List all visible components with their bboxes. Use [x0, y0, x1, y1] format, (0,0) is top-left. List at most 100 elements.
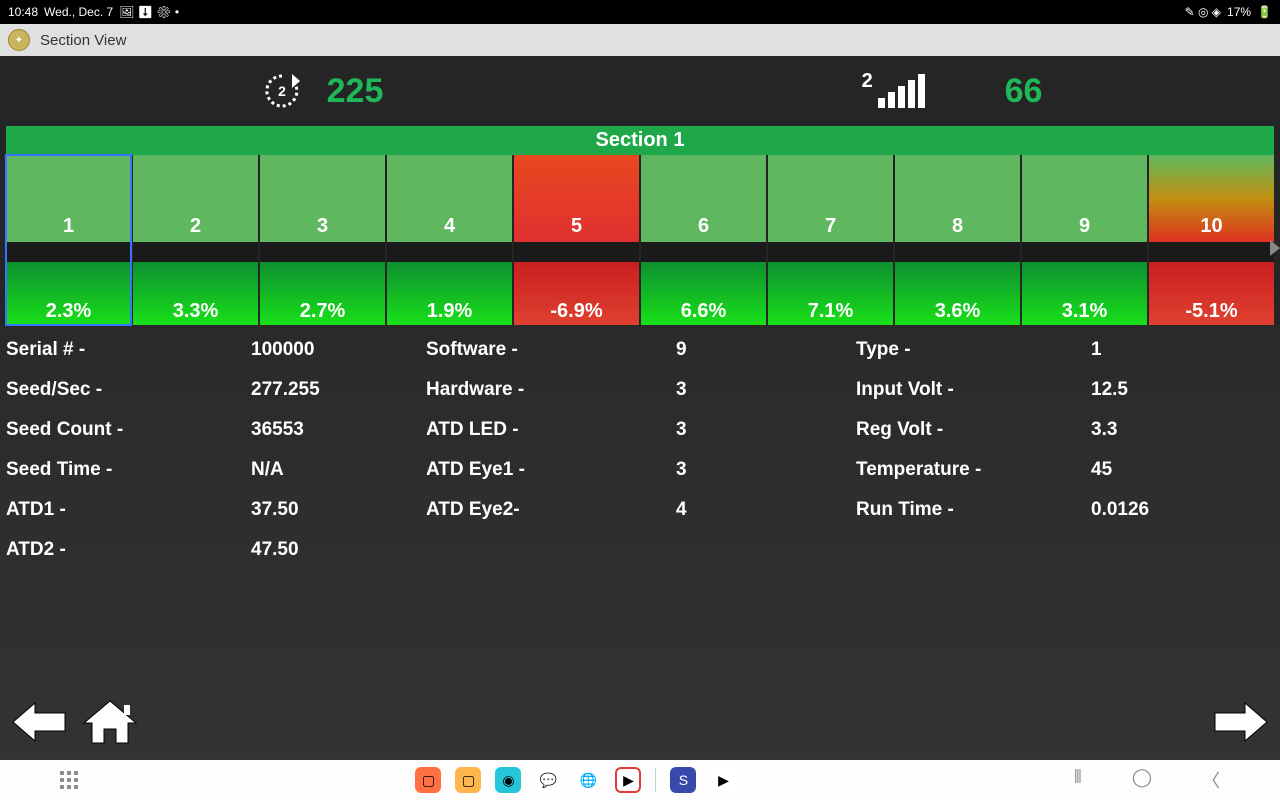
detail-label: Type -	[856, 339, 1091, 361]
dock-app-4[interactable]: 💬	[535, 767, 561, 793]
status-time: 10:48	[8, 5, 38, 19]
section-cell-percent: 3.3%	[133, 262, 258, 325]
detail-value: 0.0126	[1091, 499, 1221, 521]
refresh-icon[interactable]: 2	[257, 71, 307, 111]
detail-value: 100000	[251, 339, 426, 361]
section-cell-number: 5	[514, 155, 639, 242]
android-back-icon[interactable]: 〈	[1202, 767, 1220, 793]
detail-label	[856, 539, 1091, 561]
section-cell-2[interactable]: 2 3.3%	[133, 155, 258, 325]
section-cell-percent: 2.3%	[6, 262, 131, 325]
section-cell-7[interactable]: 7 7.1%	[768, 155, 893, 325]
status-notif-icons: 🖼 ⬇ ⚙ •	[119, 5, 179, 19]
android-recents-icon[interactable]: ⦀	[1074, 767, 1082, 793]
detail-value: 3	[676, 459, 856, 481]
section-row: 1 2.3%2 3.3%3 2.7%41.9%5 -6.9%6 6.6%7 7.1%83.6…	[6, 155, 1274, 325]
section-cell-6[interactable]: 6 6.6%	[641, 155, 766, 325]
detail-label: Run Time -	[856, 499, 1091, 521]
app-header: ✦ Section View	[0, 24, 1280, 56]
section-cell-divider	[895, 242, 1020, 262]
detail-label: Reg Volt -	[856, 419, 1091, 441]
detail-label: Seed Time -	[6, 459, 251, 481]
detail-value: 37.50	[251, 499, 426, 521]
section-cell-divider	[260, 242, 385, 262]
detail-label: ATD Eye2-	[426, 499, 676, 521]
forward-button[interactable]	[1210, 697, 1270, 752]
app-logo-icon: ✦	[8, 29, 30, 51]
detail-value: 277.255	[251, 379, 426, 401]
section-cell-divider	[1149, 242, 1274, 262]
section-cell-divider	[641, 242, 766, 262]
detail-label: Temperature -	[856, 459, 1091, 481]
home-button[interactable]	[80, 697, 140, 752]
section-cell-divider	[514, 242, 639, 262]
detail-value	[676, 539, 856, 561]
section-cell-number: 2	[133, 155, 258, 242]
app-drawer-icon[interactable]	[60, 771, 78, 789]
back-button[interactable]	[10, 697, 70, 752]
dock-app-3[interactable]: ◉	[495, 767, 521, 793]
section-title: Section 1	[6, 126, 1274, 155]
section-cell-number: 3	[260, 155, 385, 242]
detail-label: Seed Count -	[6, 419, 251, 441]
detail-label: Serial # -	[6, 339, 251, 361]
detail-value: N/A	[251, 459, 426, 481]
scroll-right-hint-icon[interactable]	[1270, 240, 1280, 256]
section-cell-percent: 1.9%	[387, 262, 512, 325]
detail-value: 36553	[251, 419, 426, 441]
section-cell-percent: -5.1%	[1149, 262, 1274, 325]
dock-app-play[interactable]: ▶	[710, 767, 736, 793]
section-cell-divider	[387, 242, 512, 262]
status-date: Wed., Dec. 7	[44, 5, 113, 19]
section-cell-divider	[6, 242, 131, 262]
detail-label: Seed/Sec -	[6, 379, 251, 401]
status-right-icons: ✎ ◎ ◈	[1185, 5, 1221, 19]
detail-value: 3.3	[1091, 419, 1221, 441]
section-cell-number: 1	[6, 155, 131, 242]
dock-app-1[interactable]: ▢	[415, 767, 441, 793]
dock-app-youtube[interactable]: ▶	[615, 767, 641, 793]
metric-right-value: 66	[1005, 72, 1043, 111]
detail-value: 3	[676, 419, 856, 441]
main-content: 2 225 2 66 Section 1 12.3%23.3%32.7%41.9…	[0, 56, 1280, 760]
status-battery: 17%	[1227, 5, 1251, 19]
section-cell-10[interactable]: 10 -5.1%	[1149, 155, 1274, 325]
android-status-bar: 10:48 Wed., Dec. 7 🖼 ⬇ ⚙ • ✎ ◎ ◈ 17% 🔋	[0, 0, 1280, 24]
detail-label: ATD1 -	[6, 499, 251, 521]
section-cell-number: 6	[641, 155, 766, 242]
section-cell-5[interactable]: 5 -6.9%	[514, 155, 639, 325]
section-cell-number: 7	[768, 155, 893, 242]
top-metrics-row: 2 225 2 66	[0, 56, 1280, 126]
dock-app-2[interactable]: ▢	[455, 767, 481, 793]
svg-text:2: 2	[278, 83, 286, 99]
detail-label: Input Volt -	[856, 379, 1091, 401]
detail-value: 3	[676, 379, 856, 401]
section-cell-percent: 2.7%	[260, 262, 385, 325]
battery-icon: 🔋	[1257, 5, 1272, 19]
bottom-nav	[0, 689, 1280, 760]
detail-value: 47.50	[251, 539, 426, 561]
section-cell-divider	[768, 242, 893, 262]
section-cell-3[interactable]: 3 2.7%	[260, 155, 385, 325]
section-cell-1[interactable]: 1 2.3%	[6, 155, 131, 325]
section-cell-9[interactable]: 93.1%	[1022, 155, 1147, 325]
app-dock: ▢ ▢ ◉ 💬 🌐 ▶ S ▶	[415, 767, 736, 793]
android-nav-bar: ▢ ▢ ◉ 💬 🌐 ▶ S ▶ ⦀ ◯ 〈	[0, 760, 1280, 800]
section-cell-percent: -6.9%	[514, 262, 639, 325]
signal-icon: 2	[878, 74, 925, 108]
app-title: Section View	[40, 32, 126, 49]
dock-app-7[interactable]: S	[670, 767, 696, 793]
section-cell-percent: 7.1%	[768, 262, 893, 325]
detail-label: ATD2 -	[6, 539, 251, 561]
detail-value: 45	[1091, 459, 1221, 481]
section-cell-8[interactable]: 83.6%	[895, 155, 1020, 325]
section-cell-divider	[133, 242, 258, 262]
section-cell-4[interactable]: 41.9%	[387, 155, 512, 325]
section-cell-percent: 6.6%	[641, 262, 766, 325]
dock-app-chrome[interactable]: 🌐	[575, 767, 601, 793]
detail-value: 4	[676, 499, 856, 521]
detail-label	[426, 539, 676, 561]
android-home-icon[interactable]: ◯	[1132, 767, 1152, 793]
section-cell-number: 10	[1149, 155, 1274, 242]
section-cell-percent: 3.6%	[895, 262, 1020, 325]
